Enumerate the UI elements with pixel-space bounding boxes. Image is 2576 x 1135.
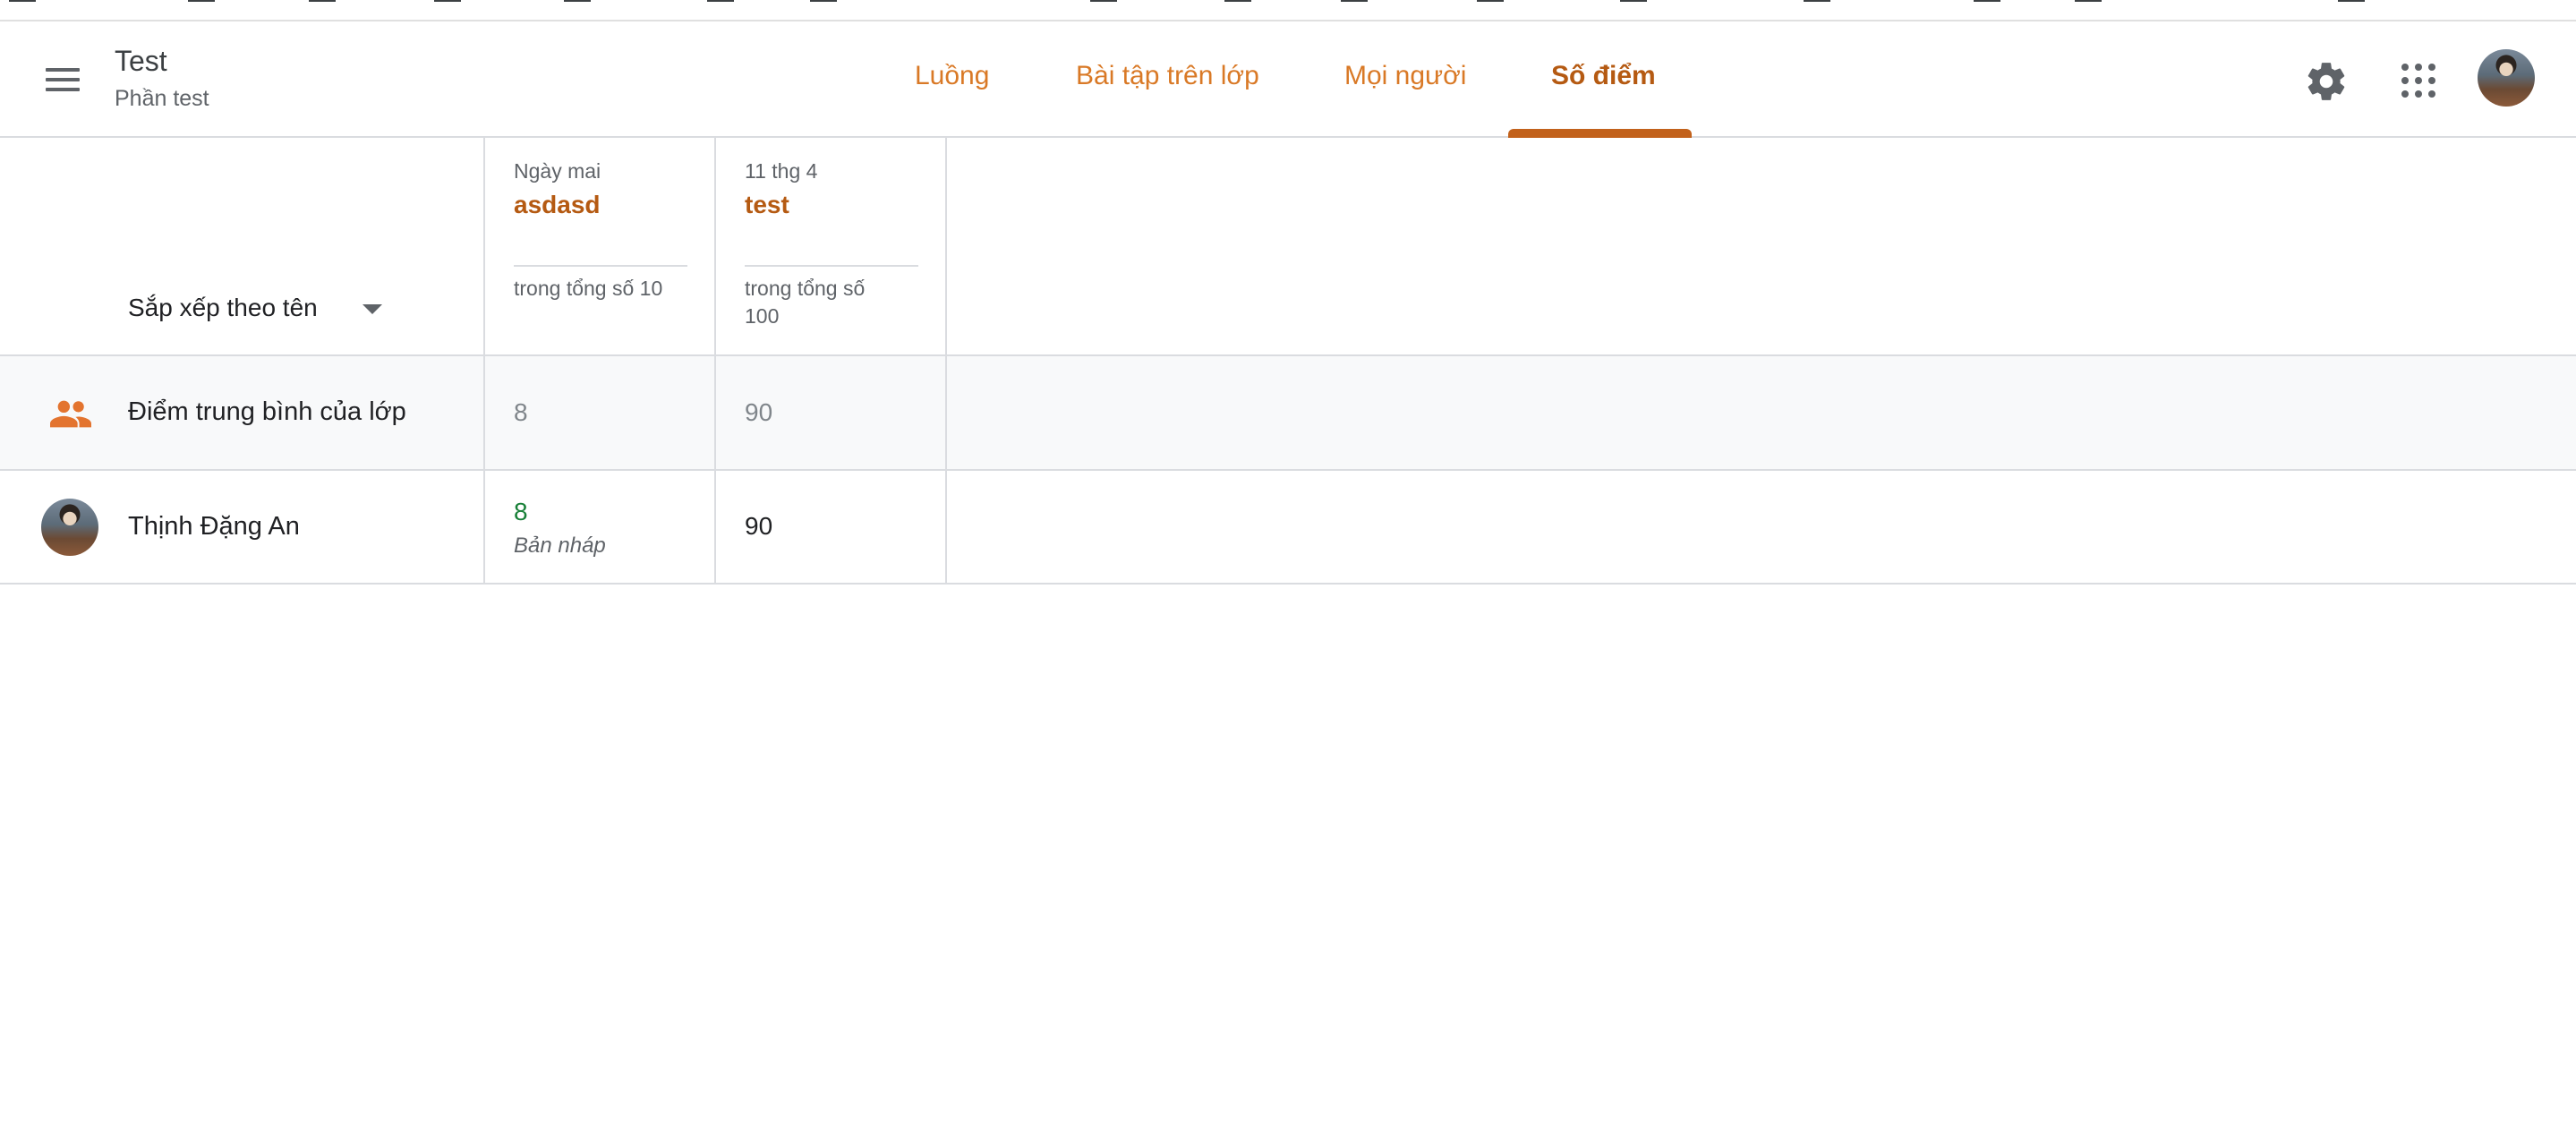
- bookmark-item[interactable]: [2338, 0, 2365, 2]
- bookmark-item[interactable]: [1341, 0, 1368, 2]
- app-header: Test Phần test Luồng Bài tập trên lớp Mọ…: [0, 21, 2576, 138]
- assignment-header[interactable]: 11 thg 4 test: [745, 159, 817, 219]
- grade-cell[interactable]: 8: [514, 498, 528, 526]
- tab-grades[interactable]: Số điểm: [1551, 61, 1656, 91]
- class-average-label: Điểm trung bình của lớp: [128, 397, 406, 426]
- student-avatar: [41, 499, 98, 556]
- bookmark-item[interactable]: [309, 0, 336, 2]
- tab-stream[interactable]: Luồng: [915, 61, 989, 91]
- assignment-header[interactable]: Ngày mai asdasd: [514, 159, 601, 219]
- bookmark-item[interactable]: [1477, 0, 1504, 2]
- assignment-title[interactable]: test: [745, 191, 817, 219]
- assignment-total: trong tổng số 10: [514, 277, 663, 300]
- sort-dropdown[interactable]: Sắp xếp theo tên: [128, 294, 382, 322]
- bookmarks-bar: [0, 0, 2576, 21]
- sort-label: Sắp xếp theo tên: [128, 294, 318, 321]
- bookmark-item[interactable]: [1224, 0, 1251, 2]
- bookmark-item[interactable]: [434, 0, 461, 2]
- assignment-due: 11 thg 4: [745, 159, 818, 183]
- gear-icon[interactable]: [2304, 59, 2349, 104]
- bookmark-item[interactable]: [2075, 0, 2102, 2]
- bookmark-item[interactable]: [1804, 0, 1830, 2]
- caret-down-icon: [362, 303, 382, 314]
- grade-cell[interactable]: 90: [745, 512, 772, 541]
- bookmark-item[interactable]: [1090, 0, 1117, 2]
- class-tabs: Luồng Bài tập trên lớp Mọi người Số điểm: [0, 21, 2576, 138]
- active-tab-indicator: [1508, 129, 1692, 138]
- apps-grid-icon[interactable]: [2401, 64, 2437, 99]
- bookmark-item[interactable]: [1974, 0, 2000, 2]
- tab-classwork[interactable]: Bài tập trên lớp: [1076, 61, 1259, 91]
- assignment-title[interactable]: asdasd: [514, 191, 601, 219]
- account-avatar[interactable]: [2478, 49, 2535, 107]
- bookmark-item[interactable]: [564, 0, 591, 2]
- tab-people[interactable]: Mọi người: [1344, 61, 1466, 91]
- bookmark-item[interactable]: [1620, 0, 1647, 2]
- bookmark-item[interactable]: [810, 0, 837, 2]
- student-name[interactable]: Thịnh Đặng An: [128, 512, 300, 542]
- bookmark-item[interactable]: [188, 0, 215, 2]
- assignment-due: Ngày mai: [514, 159, 601, 183]
- class-average-cell: 90: [745, 398, 773, 426]
- bookmark-item[interactable]: [9, 0, 36, 2]
- bookmark-item[interactable]: [707, 0, 734, 2]
- assignment-total: trong tổng số 100: [745, 277, 866, 328]
- class-average-cell: 8: [514, 398, 528, 426]
- people-icon: [50, 400, 91, 428]
- draft-status: Bản nháp: [514, 533, 606, 558]
